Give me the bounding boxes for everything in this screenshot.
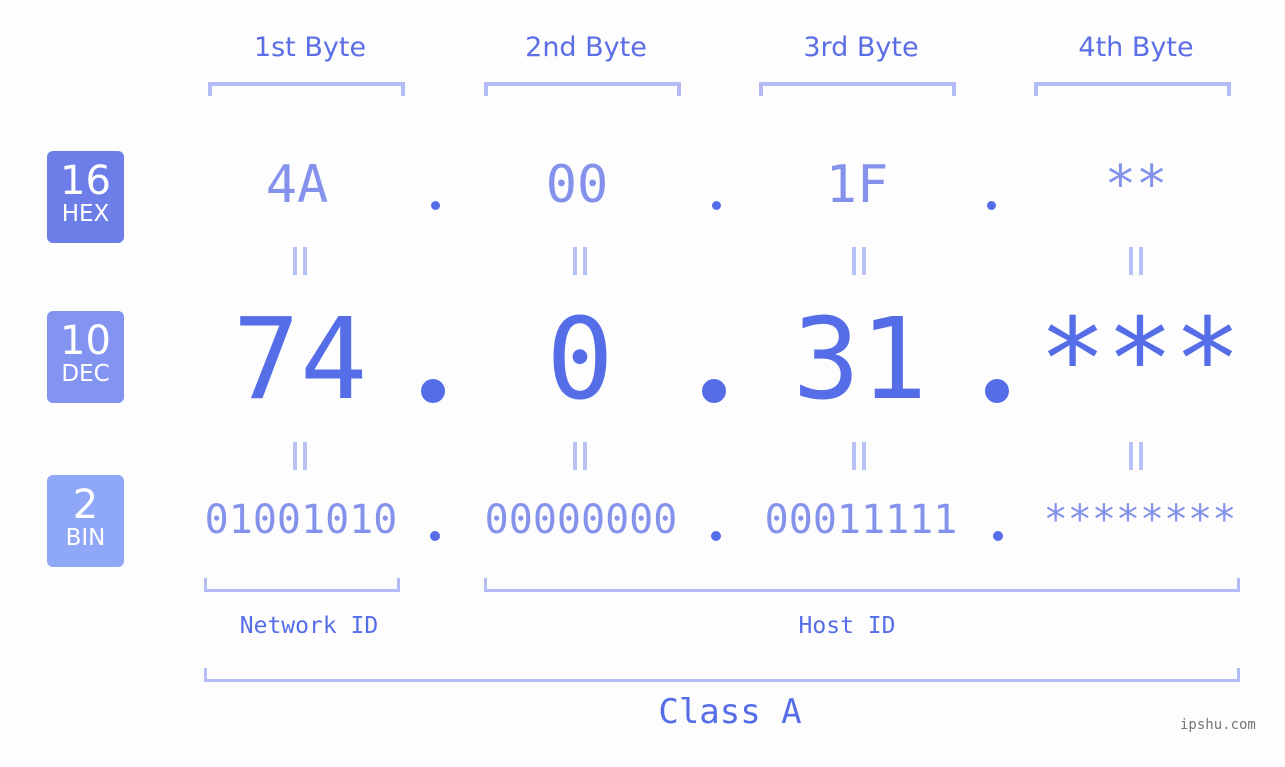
- equals-icon: [852, 442, 866, 470]
- watermark: ipshu.com: [1180, 717, 1256, 733]
- byte-header-3: 3rd Byte: [803, 32, 919, 63]
- equals-icon: [1129, 247, 1143, 275]
- equals-icon: [293, 247, 307, 275]
- hex-dot-1: [431, 201, 440, 210]
- hex-byte-2: 00: [545, 155, 609, 215]
- dec-byte-3: 31: [792, 295, 928, 425]
- dec-byte-4: ***: [1038, 295, 1242, 425]
- hex-byte-3: 1F: [825, 155, 889, 215]
- equals-icon: [573, 247, 587, 275]
- byte-header-4: 4th Byte: [1078, 32, 1194, 63]
- bin-byte-3: 00011111: [764, 497, 958, 543]
- bin-badge: 2 BIN: [47, 475, 124, 567]
- dec-badge-base: 10: [60, 318, 111, 364]
- network-id-bracket: [204, 578, 400, 592]
- byte-bracket-3: [759, 82, 956, 96]
- host-id-label: Host ID: [798, 613, 896, 639]
- equals-icon: [293, 442, 307, 470]
- equals-icon: [573, 442, 587, 470]
- bin-badge-label: BIN: [65, 525, 106, 551]
- hex-byte-1: 4A: [265, 155, 329, 215]
- hex-byte-4: **: [1104, 155, 1168, 215]
- bin-byte-4: ********: [1043, 497, 1237, 543]
- hex-dot-3: [987, 201, 996, 210]
- equals-icon: [1129, 442, 1143, 470]
- bin-byte-2: 00000000: [484, 497, 678, 543]
- byte-header-2: 2nd Byte: [525, 32, 647, 63]
- dec-dot-2: [702, 379, 726, 403]
- dec-byte-2: 0: [546, 295, 614, 425]
- byte-bracket-4: [1034, 82, 1231, 96]
- class-label: Class A: [658, 692, 802, 732]
- byte-bracket-2: [484, 82, 681, 96]
- dec-dot-3: [985, 379, 1009, 403]
- bin-byte-1: 01001010: [204, 497, 398, 543]
- byte-header-1: 1st Byte: [253, 32, 367, 63]
- dec-dot-1: [421, 379, 445, 403]
- dec-badge-label: DEC: [61, 361, 110, 387]
- dec-badge: 10 DEC: [47, 311, 124, 403]
- hex-dot-2: [712, 201, 721, 210]
- equals-icon: [852, 247, 866, 275]
- hex-badge-base: 16: [60, 158, 111, 204]
- byte-bracket-1: [208, 82, 405, 96]
- bin-badge-base: 2: [72, 482, 99, 528]
- hex-badge: 16 HEX: [47, 151, 124, 243]
- bin-dot-1: [430, 531, 440, 541]
- bin-dot-2: [711, 531, 721, 541]
- hex-badge-label: HEX: [61, 201, 110, 227]
- host-id-bracket: [484, 578, 1240, 592]
- bin-dot-3: [993, 531, 1003, 541]
- network-id-label: Network ID: [239, 613, 379, 639]
- class-bracket: [204, 668, 1240, 682]
- dec-byte-1: 74: [232, 295, 368, 425]
